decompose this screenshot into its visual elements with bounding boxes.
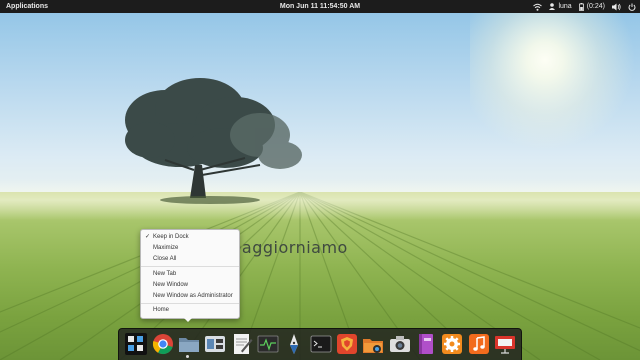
battery-time: (0:24) xyxy=(586,3,605,10)
dock-item-camera[interactable] xyxy=(389,333,411,355)
menu-item-home[interactable]: Home xyxy=(141,305,239,315)
menu-item-label: Keep in Dock xyxy=(153,234,189,240)
top-panel: Applications Mon Jun 11 11:54:50 AM luna… xyxy=(0,0,640,13)
shield-icon xyxy=(337,334,357,354)
menu-item-label: New Window as Administrator xyxy=(153,293,233,299)
battery-indicator[interactable]: (0:24) xyxy=(578,0,605,13)
user-name: luna xyxy=(558,3,572,10)
menu-item-new-window-admin[interactable]: New Window as Administrator xyxy=(141,291,239,301)
menu-item-new-tab[interactable]: New Tab xyxy=(141,269,239,279)
volume-icon xyxy=(612,3,621,10)
panel-indicators: luna (0:24) xyxy=(526,0,636,13)
dock-item-chrome[interactable] xyxy=(152,333,174,355)
wifi-icon xyxy=(533,3,543,11)
dock-item-text-editor[interactable] xyxy=(231,333,253,355)
music-icon xyxy=(469,334,489,354)
battery-icon xyxy=(578,2,584,11)
dock-item-files[interactable] xyxy=(178,333,200,355)
notebook-icon xyxy=(419,334,433,354)
power-icon xyxy=(628,3,636,11)
wifi-indicator[interactable] xyxy=(533,0,543,13)
running-indicator-dot xyxy=(186,355,189,358)
menu-item-close-all[interactable]: Close All xyxy=(141,254,239,264)
menu-item-maximize[interactable]: Maximize xyxy=(141,243,239,253)
presentation-icon xyxy=(495,336,515,354)
check-icon: ✓ xyxy=(145,234,151,240)
dock-item-music[interactable] xyxy=(468,333,490,355)
camera-icon xyxy=(390,336,410,352)
menu-pointer-arrow xyxy=(183,317,193,322)
dock-item-notebook[interactable] xyxy=(415,333,437,355)
user-indicator[interactable]: luna xyxy=(549,0,572,13)
settings-panel-icon xyxy=(205,336,225,352)
menu-item-label: Home xyxy=(153,307,170,313)
menu-item-new-window[interactable]: New Window xyxy=(141,280,239,290)
dock-context-menu: ✓ Keep in Dock Maximize Close All New Ta… xyxy=(140,229,240,319)
menu-separator xyxy=(141,266,239,267)
dock-item-launcher[interactable] xyxy=(125,333,147,355)
session-indicator[interactable] xyxy=(628,0,636,13)
folder-icon xyxy=(179,338,199,352)
dock xyxy=(118,328,522,360)
watermark-rest: aggiorniamo xyxy=(241,238,348,257)
menu-item-label: Close All xyxy=(153,256,177,262)
grid-icon xyxy=(125,333,147,355)
terminal-icon xyxy=(310,335,332,353)
menu-separator xyxy=(141,303,239,304)
wallpaper-sun-glare xyxy=(470,0,640,150)
text-editor-icon xyxy=(234,334,253,354)
volume-indicator[interactable] xyxy=(612,0,621,13)
gear-icon xyxy=(442,334,462,354)
dock-item-presentation[interactable] xyxy=(494,333,516,355)
desktop-wallpaper: noaggiorniamo xyxy=(0,0,640,360)
dock-item-shield-app[interactable] xyxy=(336,333,358,355)
user-icon xyxy=(549,3,556,10)
dock-item-tweak[interactable] xyxy=(441,333,463,355)
menu-item-keep-in-dock[interactable]: ✓ Keep in Dock xyxy=(141,232,239,242)
chrome-icon xyxy=(152,334,173,355)
menu-item-label: Maximize xyxy=(153,245,179,251)
pen-tool-icon xyxy=(290,334,298,354)
dock-item-terminal[interactable] xyxy=(310,333,332,355)
dock-item-inkscape[interactable] xyxy=(283,333,305,355)
dock-item-photos[interactable] xyxy=(362,333,384,355)
wallpaper-tree xyxy=(125,78,302,204)
wallpaper-horizon-haze xyxy=(0,180,640,220)
photos-icon xyxy=(363,339,383,353)
monitor-icon xyxy=(257,335,279,353)
dock-item-system-monitor[interactable] xyxy=(257,333,279,355)
dock-item-settings[interactable] xyxy=(204,333,226,355)
menu-item-label: New Tab xyxy=(153,271,177,277)
menu-item-label: New Window xyxy=(153,282,189,288)
